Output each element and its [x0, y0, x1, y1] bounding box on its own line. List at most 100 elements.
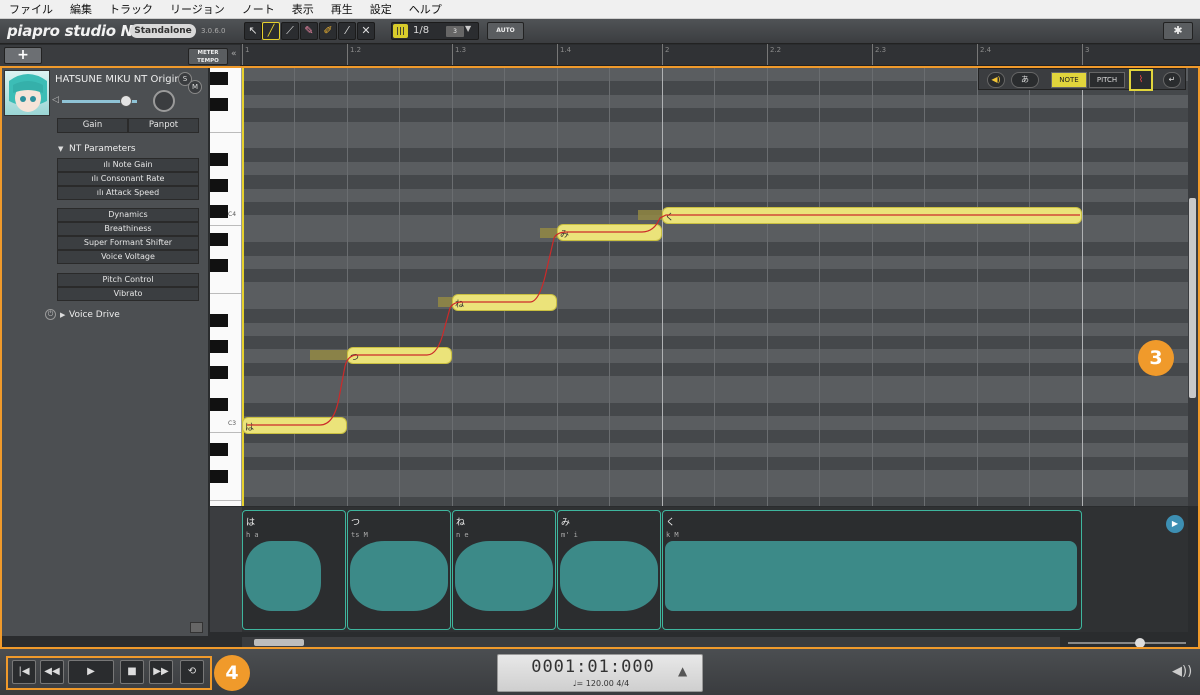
callout-badge-3: 3	[1138, 340, 1174, 376]
vertical-scrollbar-thumb[interactable]	[1189, 198, 1196, 398]
pitch-curve-toggle[interactable]: ⌇	[1129, 69, 1153, 91]
black-key[interactable]	[210, 366, 228, 379]
horizontal-scrollbar[interactable]	[242, 637, 1060, 648]
settings-button[interactable]: ✱	[1163, 22, 1193, 40]
return-icon[interactable]: ↵	[1163, 72, 1181, 88]
black-key[interactable]	[210, 179, 228, 192]
pitch-mode-button[interactable]: PITCH	[1089, 72, 1125, 88]
eraser-tool-button[interactable]: ✎	[300, 22, 318, 40]
phoneme-segment[interactable]: は h a	[242, 510, 346, 630]
expand-triangle-icon[interactable]: ▶	[60, 311, 65, 319]
zoom-slider-track[interactable]	[1068, 642, 1186, 644]
menu-settings[interactable]: 設定	[361, 1, 400, 17]
consonant-rate-button[interactable]: ılı Consonant Rate	[57, 172, 199, 186]
bar-graph-icon: ılı	[103, 160, 113, 169]
auto-button[interactable]: AUTO	[487, 22, 524, 40]
menu-track[interactable]: トラック	[100, 1, 161, 17]
voice-voltage-button[interactable]: Voice Voltage	[57, 250, 199, 264]
chevron-down-icon[interactable]: ▼	[465, 24, 471, 33]
super-formant-shifter-button[interactable]: Super Formant Shifter	[57, 236, 199, 250]
gain-tab[interactable]: Gain	[57, 118, 128, 133]
menu-bar: ファイル 編集 トラック リージョン ノート 表示 再生 設定 ヘルプ	[0, 0, 1200, 19]
master-volume-icon[interactable]: ◀))	[1172, 664, 1192, 679]
black-key[interactable]	[210, 98, 228, 111]
pencil-tool-button[interactable]: ╱	[262, 22, 280, 40]
ruler-tick	[977, 44, 978, 65]
black-key[interactable]	[210, 443, 228, 456]
phoneme-segment[interactable]: く k M	[662, 510, 1082, 630]
menu-play[interactable]: 再生	[322, 1, 361, 17]
attack-speed-button[interactable]: ılı Attack Speed	[57, 186, 199, 200]
menu-note[interactable]: ノート	[233, 1, 283, 17]
note-gain-button[interactable]: ılı Note Gain	[57, 158, 199, 172]
phoneme-segment[interactable]: つ ts M	[347, 510, 451, 630]
panel-resize-handle[interactable]	[190, 622, 203, 633]
black-key[interactable]	[210, 72, 228, 85]
ruler-tick	[662, 44, 663, 65]
dynamics-button[interactable]: Dynamics	[57, 208, 199, 222]
track-panel: HATSUNE MIKU NT Original S M ◁ Gain Panp…	[2, 68, 208, 636]
lyric-input-icon[interactable]: あ	[1011, 72, 1039, 88]
track-name[interactable]: HATSUNE MIKU NT Original	[55, 74, 190, 85]
timeline-ruler[interactable]: 1 1.2 1.3 1.4 2 2.2 2.3 2.4 3	[240, 44, 1200, 66]
phoneme-segment[interactable]: み m' i	[557, 510, 661, 630]
select-tool-button[interactable]: ↖	[244, 22, 262, 40]
black-key[interactable]	[210, 205, 228, 218]
piano-roll-grid[interactable]: は つ ね み く	[242, 68, 1188, 506]
menu-region[interactable]: リージョン	[161, 1, 233, 17]
tempo-display[interactable]: ♩= 120.00 4/4	[498, 679, 704, 688]
menu-help[interactable]: ヘルプ	[400, 1, 450, 17]
metronome-icon[interactable]: ▲	[678, 664, 692, 678]
brush-tool-button[interactable]: ✐	[319, 22, 337, 40]
pan-knob[interactable]	[153, 90, 175, 112]
power-icon[interactable]: ⏻	[45, 309, 56, 320]
white-key-divider	[210, 500, 241, 501]
time-counter[interactable]: 0001:01:000 ♩= 120.00 4/4 ▲	[497, 654, 703, 692]
menu-view[interactable]: 表示	[283, 1, 322, 17]
black-key[interactable]	[210, 398, 228, 411]
audition-speaker-icon[interactable]: ◀)	[987, 72, 1005, 88]
piano-keyboard[interactable]: C4 C3	[210, 68, 242, 506]
bar-graph-icon: ılı	[96, 188, 107, 197]
c4-key-label: C4	[228, 211, 237, 218]
black-key[interactable]	[210, 233, 228, 246]
black-key[interactable]	[210, 470, 228, 483]
menu-file[interactable]: ファイル	[0, 1, 61, 17]
vertical-scrollbar[interactable]	[1188, 68, 1198, 506]
quantize-select[interactable]: ||| 1/8 3 ▼	[391, 22, 479, 40]
add-track-button[interactable]: +	[4, 47, 42, 64]
collapse-panel-icon[interactable]: «	[231, 49, 237, 59]
line-tool-button[interactable]: ⟋	[281, 22, 299, 40]
breathiness-button[interactable]: Breathiness	[57, 222, 199, 236]
mute-tool-button[interactable]: ✕	[357, 22, 375, 40]
segment-lyric: ね	[456, 518, 466, 528]
ruler-label: 2.4	[980, 46, 992, 54]
black-key[interactable]	[210, 153, 228, 166]
waveform-shape	[560, 541, 658, 611]
expand-triangle-icon[interactable]: ▼	[58, 145, 63, 153]
horizontal-scrollbar-thumb[interactable]	[254, 639, 304, 646]
phoneme-segment[interactable]: ね n e	[452, 510, 556, 630]
black-key[interactable]	[210, 259, 228, 272]
note-mode-button[interactable]: NOTE	[1051, 72, 1087, 88]
ruler-tick	[767, 44, 768, 65]
pitch-curve[interactable]	[242, 68, 1188, 506]
nt-parameters-header[interactable]: NT Parameters	[69, 144, 136, 154]
segment-phoneme: m' i	[561, 531, 578, 539]
waveform-play-icon[interactable]: ▶	[1166, 515, 1184, 533]
black-key[interactable]	[210, 340, 228, 353]
menu-edit[interactable]: 編集	[61, 1, 100, 17]
black-key[interactable]	[210, 314, 228, 327]
pitch-control-button[interactable]: Pitch Control	[57, 273, 199, 287]
triplet-toggle[interactable]: 3	[446, 26, 464, 37]
zoom-slider-handle[interactable]	[1135, 638, 1145, 648]
panpot-tab[interactable]: Panpot	[128, 118, 199, 133]
knife-tool-button[interactable]: ⁄	[338, 22, 356, 40]
meter-tempo-button[interactable]: METER TEMPO	[188, 48, 228, 65]
volume-slider-handle[interactable]	[120, 95, 132, 107]
vibrato-button[interactable]: Vibrato	[57, 287, 199, 301]
voice-drive-header[interactable]: Voice Drive	[69, 310, 120, 320]
mute-button[interactable]: M	[188, 80, 202, 94]
roll-toolbar: ◀) あ NOTE PITCH ⌇ ↵	[978, 68, 1186, 91]
waveform-panel[interactable]: は h a つ ts M ね n e み m' i く k M	[242, 507, 1188, 632]
